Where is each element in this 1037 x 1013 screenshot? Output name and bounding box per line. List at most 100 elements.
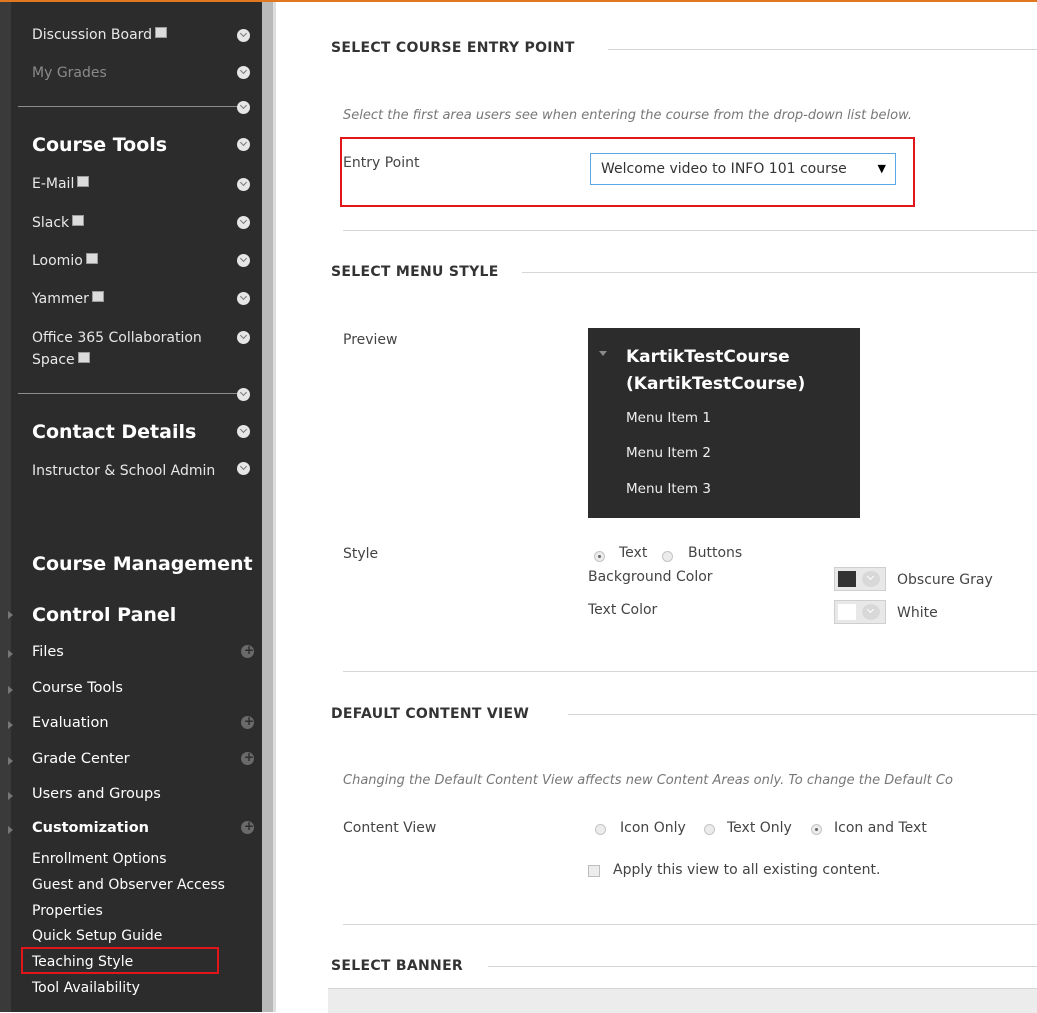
entry-point-label: Entry Point — [343, 155, 420, 171]
apply-all-checkbox[interactable] — [588, 865, 600, 877]
expand-triangle-icon[interactable] — [8, 792, 13, 800]
customization-quick-setup-guide[interactable]: Quick Setup Guide — [32, 928, 162, 944]
sidebar-item-label: Loomio — [32, 253, 83, 269]
text-color-value: White — [897, 605, 938, 621]
heading-contact-details: Contact Details — [32, 421, 197, 443]
plus-icon[interactable] — [241, 643, 254, 658]
divider — [18, 106, 240, 107]
external-link-icon — [155, 27, 168, 38]
divider — [18, 393, 240, 394]
section-rule — [488, 966, 1037, 967]
expand-triangle-icon[interactable] — [8, 686, 13, 694]
radio-icon-and-text[interactable] — [811, 824, 822, 835]
external-link-icon — [85, 253, 98, 264]
external-link-icon — [77, 352, 90, 363]
banner-area — [328, 988, 1037, 1013]
chevron-down-icon[interactable] — [237, 216, 250, 229]
heading-course-management: Course Management — [32, 553, 253, 575]
external-link-icon — [91, 291, 104, 302]
sidebar-item-office365[interactable]: Office 365 Collaboration — [32, 330, 202, 346]
chevron-down-icon[interactable] — [237, 138, 250, 151]
chevron-down-icon[interactable] — [237, 388, 250, 401]
control-panel-grade-center[interactable]: Grade Center — [32, 751, 130, 767]
sidebar-item-label: Space — [32, 352, 75, 368]
sidebar-item-my-grades[interactable]: My Grades — [32, 65, 107, 81]
course-menu-sidebar: Discussion Board My Grades Course Tools … — [0, 2, 262, 1012]
control-panel-course-tools[interactable]: Course Tools — [32, 680, 123, 696]
radio-style-buttons[interactable] — [662, 551, 673, 562]
section-rule — [608, 49, 1037, 50]
control-panel-users-groups[interactable]: Users and Groups — [32, 786, 161, 802]
external-link-icon — [77, 176, 90, 187]
expand-triangle-icon[interactable] — [8, 757, 13, 765]
sidebar-item-instructor-admin[interactable]: Instructor & School Admin — [32, 463, 215, 479]
background-color-value: Obscure Gray — [897, 572, 993, 588]
text-color-chip — [838, 604, 856, 620]
sidebar-item-label: Slack — [32, 215, 70, 231]
section-title-banner: SELECT BANNER — [331, 958, 464, 974]
control-panel-customization[interactable]: Customization — [32, 820, 149, 836]
plus-icon[interactable] — [241, 714, 254, 729]
chevron-down-icon[interactable] — [237, 292, 250, 305]
main-content: SELECT COURSE ENTRY POINT Select the fir… — [276, 2, 1037, 1013]
expand-triangle-icon[interactable] — [8, 826, 13, 834]
style-option-text: Text — [619, 545, 648, 561]
radio-icon-only[interactable] — [595, 824, 606, 835]
preview-course-title: KartikTestCourse (KartikTestCourse) — [626, 344, 805, 398]
chevron-down-icon[interactable] — [237, 425, 250, 438]
preview-title-line2: (KartikTestCourse) — [626, 374, 806, 394]
preview-title-line1: KartikTestCourse — [626, 347, 790, 367]
section-divider — [343, 924, 1037, 925]
background-color-label: Background Color — [588, 569, 713, 585]
sidebar-item-label: My Grades — [32, 65, 107, 81]
sidebar-item-yammer[interactable]: Yammer — [32, 291, 104, 307]
content-view-option-icon-and-text: Icon and Text — [834, 820, 927, 836]
background-color-chip — [838, 571, 856, 587]
control-panel-files[interactable]: Files — [32, 644, 64, 660]
chevron-down-icon[interactable] — [237, 254, 250, 267]
background-color-picker[interactable] — [834, 567, 886, 591]
menu-style-preview: KartikTestCourse (KartikTestCourse) Menu… — [588, 328, 860, 518]
expand-triangle-icon[interactable] — [8, 721, 13, 729]
sidebar-item-slack[interactable]: Slack — [32, 215, 85, 231]
chevron-down-icon[interactable] — [237, 101, 250, 114]
control-panel-evaluation[interactable]: Evaluation — [32, 715, 109, 731]
section-rule — [522, 272, 1037, 273]
heading-course-tools: Course Tools — [32, 134, 168, 156]
teaching-style-highlight — [21, 947, 219, 974]
customization-enrollment-options[interactable]: Enrollment Options — [32, 851, 167, 867]
sidebar-resize-gutter[interactable] — [262, 2, 273, 1012]
customization-tool-availability[interactable]: Tool Availability — [32, 980, 140, 996]
text-color-label: Text Color — [588, 602, 658, 618]
customization-guest-observer-access[interactable]: Guest and Observer Access — [32, 877, 225, 893]
entry-point-select[interactable]: Welcome video to INFO 101 course ▼ — [590, 153, 896, 185]
content-view-option-text-only: Text Only — [727, 820, 792, 836]
expand-triangle-icon — [8, 611, 13, 619]
content-view-instruction: Changing the Default Content View affect… — [343, 773, 953, 788]
customization-properties[interactable]: Properties — [32, 903, 103, 919]
expand-triangle-icon[interactable] — [8, 650, 13, 658]
chevron-down-icon[interactable] — [237, 331, 250, 344]
preview-menu-item: Menu Item 3 — [626, 481, 711, 497]
heading-control-panel: Control Panel — [32, 604, 177, 626]
section-title-entry-point: SELECT COURSE ENTRY POINT — [331, 40, 575, 56]
content-view-option-icon-only: Icon Only — [620, 820, 686, 836]
radio-style-text[interactable] — [594, 551, 605, 562]
plus-icon[interactable] — [241, 750, 254, 765]
sidebar-item-label: Instructor & School Admin — [32, 463, 216, 479]
plus-icon[interactable] — [241, 819, 254, 834]
chevron-down-icon[interactable] — [237, 462, 250, 475]
text-color-picker[interactable] — [834, 600, 886, 624]
collapse-triangle-icon — [599, 351, 607, 356]
section-title-menu-style: SELECT MENU STYLE — [331, 264, 499, 280]
chevron-down-icon[interactable] — [237, 66, 250, 79]
chevron-down-icon[interactable] — [237, 178, 250, 191]
radio-text-only[interactable] — [704, 824, 715, 835]
chevron-down-icon[interactable] — [237, 29, 250, 42]
sidebar-item-email[interactable]: E-Mail — [32, 176, 90, 192]
section-divider — [343, 230, 1037, 231]
sidebar-item-discussion-board[interactable]: Discussion Board — [32, 27, 168, 43]
sidebar-item-office365-line2[interactable]: Space — [32, 352, 90, 368]
sidebar-item-loomio[interactable]: Loomio — [32, 253, 98, 269]
sidebar-item-label: E-Mail — [32, 176, 75, 192]
